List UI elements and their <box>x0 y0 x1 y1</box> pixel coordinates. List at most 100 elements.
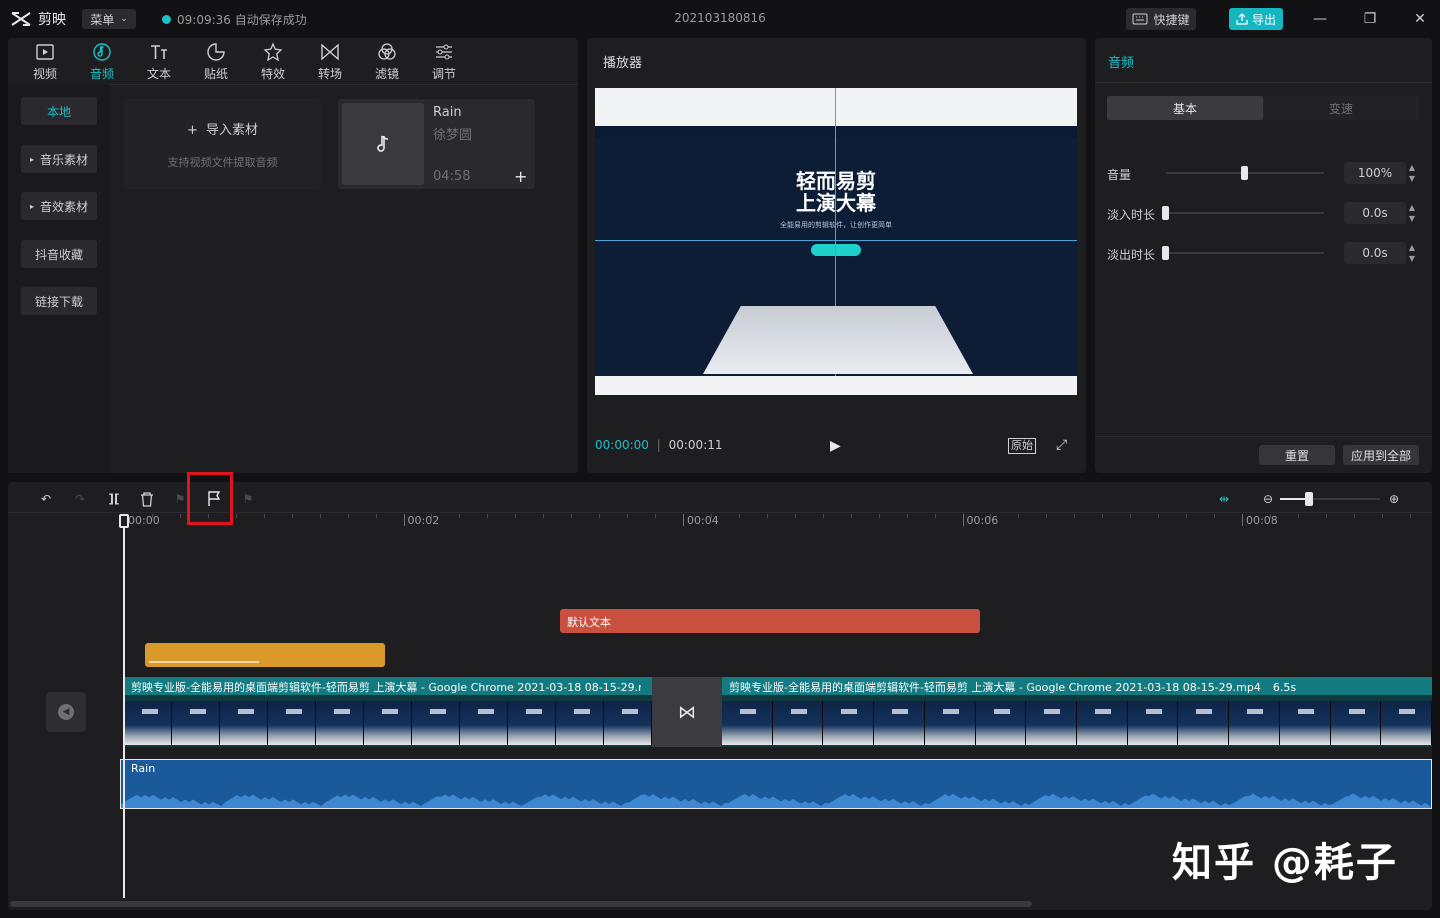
audio-clip-label: Rain <box>131 762 156 775</box>
sidebar-item-sound-effects[interactable]: ▸ 音效素材 <box>21 192 97 220</box>
properties-title: 音频 <box>1108 56 1135 71</box>
tab-text[interactable]: 文本 <box>137 42 181 82</box>
ruler-label: 00:08 <box>1246 514 1278 527</box>
video-preview[interactable]: 轻而易剪 上演大幕 全能易用的剪辑软件，让创作更简单 <box>595 88 1077 395</box>
tab-label: 文本 <box>146 67 171 81</box>
music-note-icon <box>377 135 389 152</box>
timeline-scrollbar[interactable] <box>10 901 1032 907</box>
sidebar-item-local[interactable]: 本地 <box>21 97 97 125</box>
fade-out-slider-handle[interactable] <box>1162 246 1169 260</box>
ruler-minor-tick <box>934 514 936 518</box>
music-card[interactable]: Rain 徐梦圆 04:58 + <box>338 99 535 189</box>
zoom-out-icon[interactable]: ⊖ <box>1258 490 1278 508</box>
ruler-minor-tick <box>263 514 265 518</box>
fullscreen-icon[interactable]: ⤢ <box>1056 437 1067 453</box>
minimize-icon[interactable]: — <box>1310 9 1330 29</box>
ruler-minor-tick <box>1102 514 1104 518</box>
video-thumbnail <box>604 701 652 745</box>
volume-slider-handle[interactable] <box>1241 166 1248 180</box>
tab-audio[interactable]: 音频 <box>80 42 124 82</box>
current-time: 00:00:00 <box>595 438 649 452</box>
sidebar-item-label: 音效素材 <box>40 199 89 214</box>
text-clip[interactable]: 默认文本 <box>560 609 980 633</box>
tab-effect[interactable]: 特效 <box>251 42 295 82</box>
sidebar-item-music[interactable]: ▸ 音乐素材 <box>21 145 97 173</box>
guide-line-horizontal <box>595 240 1077 241</box>
caret-right-icon: ▸ <box>29 201 34 211</box>
sidebar-item-link-download[interactable]: 链接下载 <box>21 287 97 315</box>
tab-video[interactable]: 视频 <box>23 42 67 82</box>
fade-in-slider[interactable] <box>1166 212 1324 214</box>
preview-heading-line-1: 轻而易剪 <box>796 169 876 193</box>
video-thumbnail <box>460 701 508 745</box>
plus-icon: + <box>187 122 198 138</box>
close-icon[interactable]: ✕ <box>1410 9 1430 29</box>
add-to-track-icon[interactable]: + <box>514 167 527 186</box>
fade-out-value[interactable]: 0.0s <box>1344 242 1406 264</box>
ruler-minor-tick <box>1158 514 1160 518</box>
music-duration: 04:58 <box>433 169 471 184</box>
marker-disabled-icon[interactable]: ⚑ <box>238 490 258 508</box>
fade-in-stepper-icon[interactable]: ▲ ▼ <box>1407 202 1417 224</box>
sticker-clip[interactable] <box>145 643 385 667</box>
reset-button[interactable]: 重置 <box>1259 445 1335 465</box>
shortcut-button[interactable]: 快捷键 <box>1126 8 1196 30</box>
sidebar-item-douyin-favorites[interactable]: 抖音收藏 <box>21 240 97 268</box>
apply-all-button[interactable]: 应用到全部 <box>1343 445 1419 465</box>
track-mute-button[interactable]: ◀ <box>46 692 86 732</box>
video-thumbnail <box>124 701 172 745</box>
timeline-ruler[interactable]: 00:00 00:02 00:04 00:06 00:08 <box>124 514 1424 528</box>
volume-stepper-icon[interactable]: ▲ ▼ <box>1407 162 1417 184</box>
maximize-icon[interactable]: ❐ <box>1360 9 1380 29</box>
tab-basic[interactable]: 基本 <box>1107 96 1263 120</box>
fade-out-slider[interactable] <box>1166 252 1324 254</box>
split-icon[interactable]: ][ <box>104 490 124 508</box>
undo-icon[interactable]: ↶ <box>36 490 56 508</box>
audio-waveform <box>121 793 1431 808</box>
video-clip-1-thumbnails <box>124 701 652 745</box>
marker-flag-icon[interactable] <box>204 490 224 508</box>
zoom-slider-handle[interactable] <box>1305 492 1313 506</box>
fade-out-stepper-icon[interactable]: ▲ ▼ <box>1407 242 1417 264</box>
video-clip-2[interactable]: 剪映专业版-全能易用的桌面端剪辑软件-轻而易剪 上演大幕 - Google Ch… <box>722 677 1432 747</box>
ruler-minor-tick <box>766 514 768 518</box>
playhead[interactable] <box>123 514 125 898</box>
fade-in-slider-handle[interactable] <box>1162 206 1169 220</box>
preview-download-button <box>811 244 861 256</box>
video-thumbnail <box>1229 701 1280 745</box>
ruler-minor-tick <box>738 514 740 518</box>
fade-in-value[interactable]: 0.0s <box>1344 202 1406 224</box>
video-thumbnail <box>220 701 268 745</box>
tab-speed[interactable]: 变速 <box>1263 96 1419 120</box>
video-thumbnail <box>1077 701 1128 745</box>
ruler-minor-tick <box>431 514 433 518</box>
tab-adjust[interactable]: 调节 <box>422 42 466 82</box>
ruler-minor-tick <box>878 514 880 518</box>
video-thumbnail <box>508 701 556 745</box>
playhead-handle[interactable] <box>119 514 129 528</box>
ruler-minor-tick <box>1297 514 1299 518</box>
zoom-in-icon[interactable]: ⊕ <box>1384 490 1404 508</box>
import-title-row: + 导入素材 <box>187 119 258 138</box>
video-clip-1[interactable]: 剪映专业版-全能易用的桌面端剪辑软件-轻而易剪 上演大幕 - Google Ch… <box>124 677 652 747</box>
import-media-card[interactable]: + 导入素材 支持视频文件提取音频 <box>124 99 321 189</box>
play-icon[interactable]: ▶ <box>830 438 841 454</box>
audio-clip[interactable]: Rain <box>120 759 1432 809</box>
ruler-minor-tick <box>1046 514 1048 518</box>
properties-divider <box>1095 82 1432 83</box>
tab-transition[interactable]: 转场 <box>308 42 352 82</box>
delete-icon[interactable] <box>137 490 157 508</box>
ratio-button[interactable]: 原始 <box>1008 438 1036 454</box>
snap-icon[interactable]: ⇹ <box>1214 490 1234 508</box>
export-button[interactable]: 导出 <box>1229 8 1283 30</box>
transition-icon[interactable]: ⋈ <box>652 677 722 747</box>
watermark: 知乎 @耗子 <box>1172 840 1398 886</box>
video-thumbnail <box>874 701 925 745</box>
redo-icon[interactable]: ↷ <box>70 490 90 508</box>
tab-filter[interactable]: 滤镜 <box>365 42 409 82</box>
video-thumbnail <box>412 701 460 745</box>
ruler-minor-tick <box>543 514 545 518</box>
tab-sticker[interactable]: 贴纸 <box>194 42 238 82</box>
ruler-minor-tick <box>487 514 489 518</box>
volume-value[interactable]: 100% <box>1344 162 1406 184</box>
